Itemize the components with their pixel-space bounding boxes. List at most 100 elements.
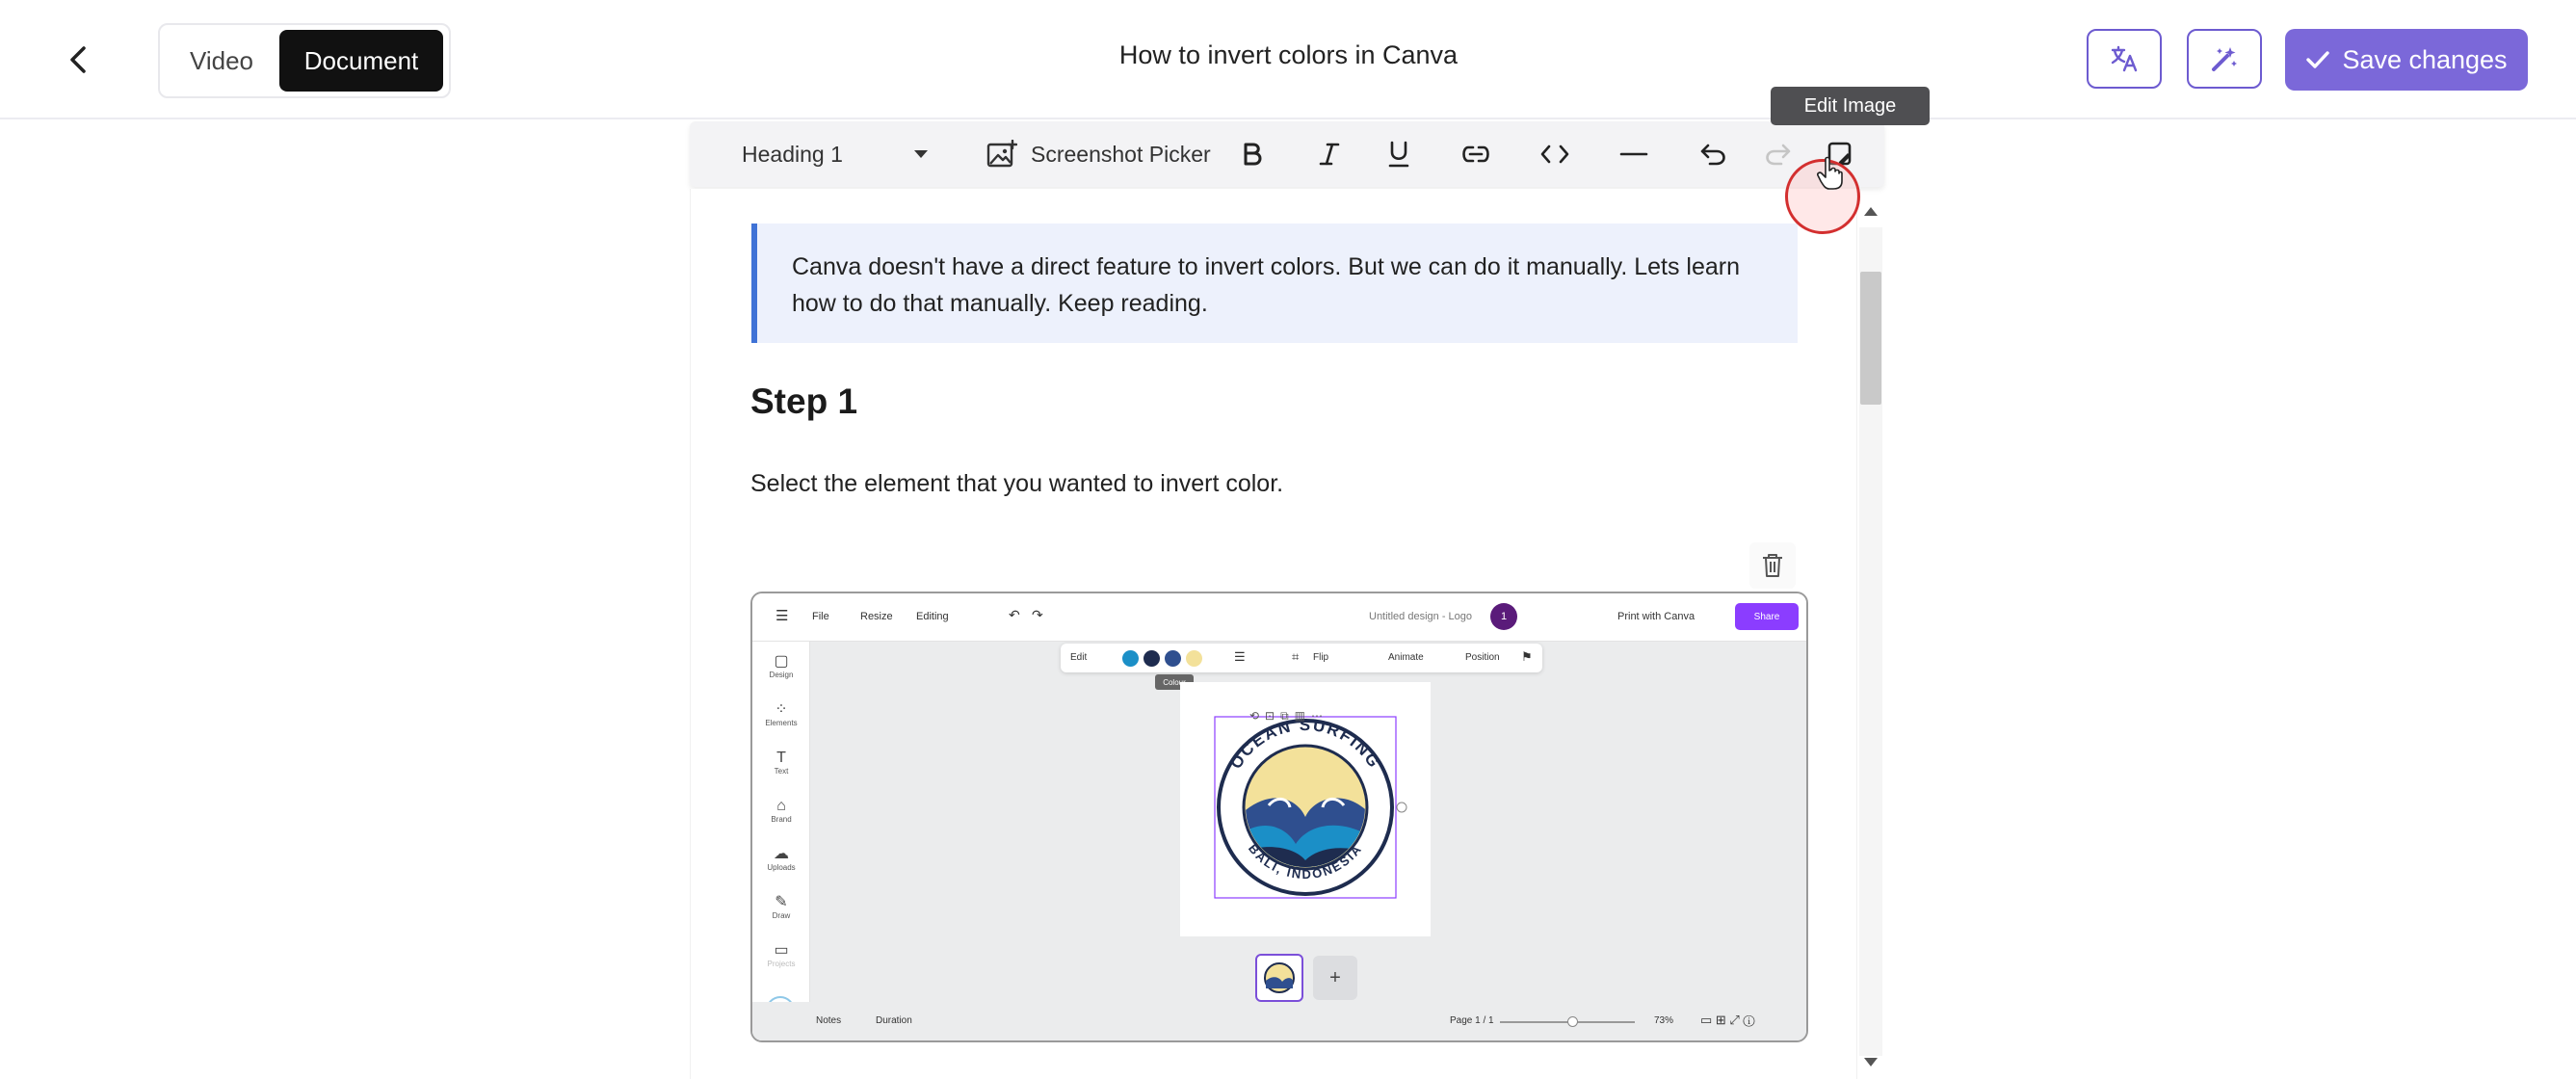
canva-crop-icon: ⌗ xyxy=(1292,649,1300,664)
canva-topbar: ☰ File Resize Editing ↶ ↷ Untitled desig… xyxy=(752,593,1806,642)
canva-editing-menu: Editing xyxy=(916,611,949,622)
canva-brand-icon: ⌂ xyxy=(776,798,786,814)
thumbnail-logo xyxy=(1264,962,1295,993)
screenshot-picker-label: Screenshot Picker xyxy=(1031,141,1211,167)
canva-undo-icon: ↶ xyxy=(1009,607,1020,622)
scrollbar-thumb[interactable] xyxy=(1860,272,1881,405)
save-changes-button[interactable]: Save changes xyxy=(2285,29,2528,91)
canva-share-button: Share xyxy=(1735,603,1799,630)
canva-ctx-edit: Edit xyxy=(1070,652,1088,663)
canva-elements-icon: ⁘ xyxy=(775,701,788,718)
canva-text-icon: T xyxy=(776,750,786,766)
canva-swatch-2 xyxy=(1143,650,1160,667)
back-button[interactable] xyxy=(52,37,106,83)
scroll-down-button[interactable] xyxy=(1863,1056,1879,1073)
canva-bottom-bar: Notes Duration Page 1 / 1 73% ▭ ⊞ ⤢ ⓘ xyxy=(752,1002,1806,1040)
caret-up-icon xyxy=(1864,207,1878,216)
canva-side-text: T Text xyxy=(752,750,810,776)
italic-icon xyxy=(1319,143,1340,166)
canva-side-design: ▢ Design xyxy=(752,653,810,679)
canva-side-draw: ✎ Draw xyxy=(752,894,810,920)
delete-image-button[interactable] xyxy=(1749,542,1796,589)
canva-side-design-label: Design xyxy=(769,671,794,679)
canva-print: Print with Canva xyxy=(1617,611,1695,622)
tab-video[interactable]: Video xyxy=(164,30,279,92)
caret-down-icon xyxy=(914,150,928,158)
canva-sidebar: ▢ Design ⁘ Elements T Text ⌂ Brand ☁ Uploads … xyxy=(752,642,810,1040)
canva-side-draw-label: Draw xyxy=(772,911,791,920)
canva-zoom-knob xyxy=(1567,1016,1578,1027)
magic-wand-icon xyxy=(2212,47,2237,71)
horizontal-rule-button[interactable] xyxy=(1607,121,1661,187)
canva-uploads-icon: ☁ xyxy=(774,846,789,862)
link-icon xyxy=(1462,145,1489,163)
canva-doc-name: Untitled design - Logo xyxy=(1369,611,1473,622)
checkmark-icon xyxy=(2306,51,2330,68)
canva-menu-icon: ☰ xyxy=(775,608,789,624)
canva-resize-menu: Resize xyxy=(860,611,893,622)
canva-side-brand-label: Brand xyxy=(771,815,792,824)
edit-image-tooltip: Edit Image xyxy=(1771,87,1930,125)
canva-projects-icon: ▭ xyxy=(774,942,789,959)
canva-paint-icon: ⚑ xyxy=(1521,649,1533,664)
italic-button[interactable] xyxy=(1302,121,1356,187)
undo-icon xyxy=(1700,144,1725,166)
canva-ctx-position: Position xyxy=(1465,652,1500,663)
save-changes-label: Save changes xyxy=(2342,44,2508,74)
canva-design-icon: ▢ xyxy=(774,653,789,670)
canva-share-label: Share xyxy=(1753,611,1780,622)
bold-icon xyxy=(1244,143,1262,166)
canva-page-count: Page 1 / 1 xyxy=(1450,1015,1494,1026)
canva-ctx-flip: Flip xyxy=(1313,652,1329,663)
step-heading[interactable]: Step 1 xyxy=(750,382,857,422)
canva-context-toolbar: Edit ☰ ⌗ Flip Animate Position ⚑ xyxy=(1061,644,1542,672)
step-paragraph[interactable]: Select the element that you wanted to in… xyxy=(750,470,1283,498)
canva-ctx-animate: Animate xyxy=(1388,652,1424,663)
canva-avatar: 1 xyxy=(1490,603,1517,630)
canva-add-page: + xyxy=(1313,956,1357,1000)
canva-side-elements-label: Elements xyxy=(765,719,798,727)
canva-lines-icon: ☰ xyxy=(1234,649,1246,664)
redo-icon xyxy=(1766,144,1791,166)
page-title: How to invert colors in Canva xyxy=(1118,40,1459,69)
canva-side-projects: ▭ Projects xyxy=(752,942,810,968)
scroll-up-button[interactable] xyxy=(1863,204,1879,222)
canva-notes: Notes xyxy=(816,1015,842,1026)
heading-select[interactable]: Heading 1 xyxy=(711,121,942,187)
tab-document[interactable]: Document xyxy=(279,30,443,92)
hand-cursor-icon xyxy=(1817,156,1844,196)
canva-side-text-label: Text xyxy=(774,767,789,776)
canva-swatch-4 xyxy=(1186,650,1202,667)
canva-page-thumbnail xyxy=(1255,954,1303,1002)
caret-down-icon xyxy=(1864,1058,1878,1066)
code-button[interactable] xyxy=(1528,121,1582,187)
embedded-screenshot[interactable]: ☰ File Resize Editing ↶ ↷ Untitled desig… xyxy=(750,592,1808,1042)
bold-button[interactable] xyxy=(1225,121,1279,187)
top-bar: Video Document How to invert colors in C… xyxy=(0,0,2576,119)
magic-button[interactable] xyxy=(2187,29,2262,89)
heading-select-value: Heading 1 xyxy=(742,141,843,167)
underline-icon xyxy=(1388,141,1409,168)
underline-button[interactable] xyxy=(1372,121,1426,187)
link-button[interactable] xyxy=(1449,121,1503,187)
canva-view-icons: ▭ ⊞ ⤢ ⓘ xyxy=(1700,1013,1755,1027)
trash-icon xyxy=(1763,554,1782,577)
editor-toolbar: Heading 1 Screenshot Picker xyxy=(690,121,1884,187)
canva-draw-icon: ✎ xyxy=(775,894,788,910)
horizontal-rule-icon xyxy=(1619,152,1648,156)
canva-duration: Duration xyxy=(876,1015,912,1026)
canva-side-uploads: ☁ Uploads xyxy=(752,846,810,872)
canva-file-menu: File xyxy=(812,611,829,622)
callout-block[interactable]: Canva doesn't have a direct feature to i… xyxy=(751,224,1798,343)
canva-swatch-3 xyxy=(1165,650,1181,667)
canva-side-uploads-label: Uploads xyxy=(767,863,796,872)
translate-button[interactable] xyxy=(2087,29,2162,89)
canva-redo-icon: ↷ xyxy=(1032,607,1043,622)
chevron-left-icon xyxy=(70,46,86,73)
canva-side-projects-label: Projects xyxy=(767,960,796,968)
undo-button[interactable] xyxy=(1686,121,1740,187)
canva-swatch-1 xyxy=(1122,650,1139,667)
canva-page-tools: ⟲⊡⧉▥⋯ xyxy=(1249,709,1329,723)
screenshot-picker-button[interactable]: Screenshot Picker xyxy=(969,121,1220,187)
code-icon xyxy=(1540,145,1569,164)
